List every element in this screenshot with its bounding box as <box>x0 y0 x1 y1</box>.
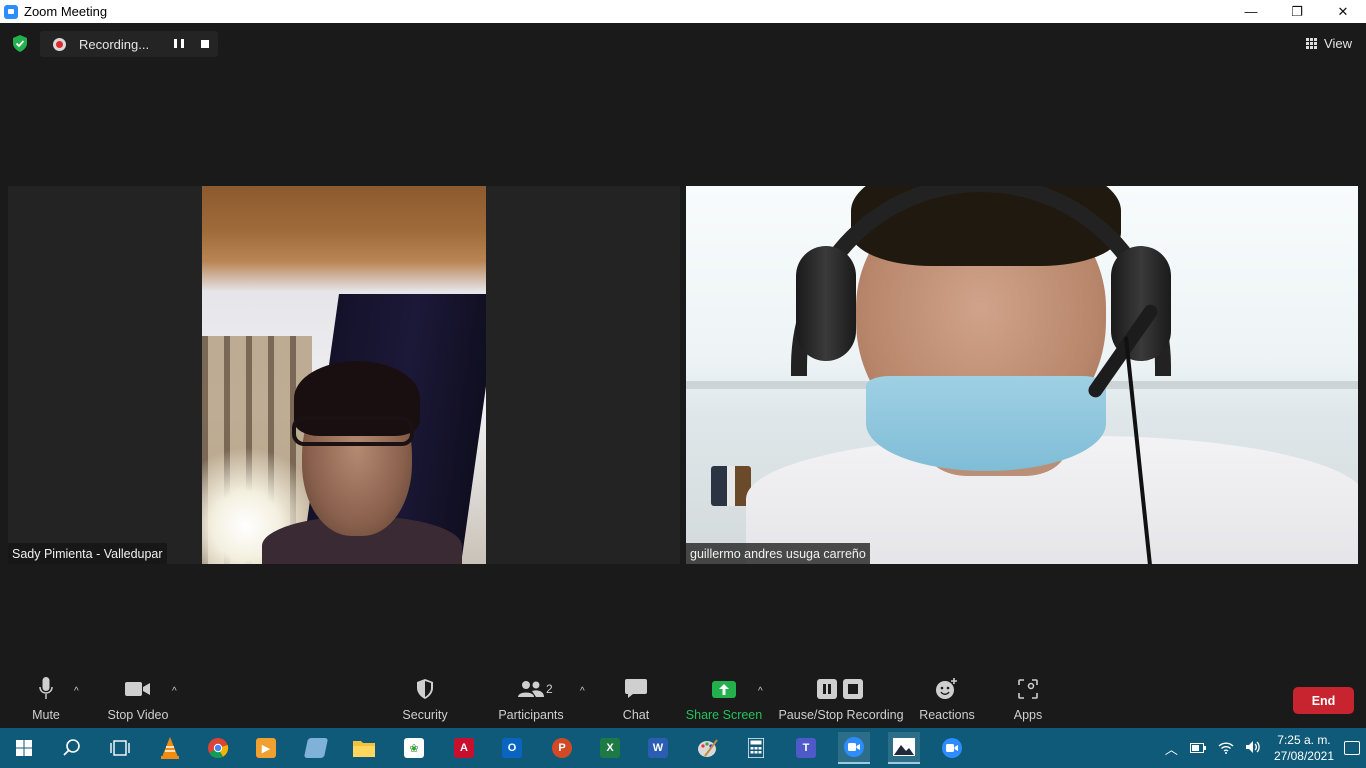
notes-app-icon[interactable] <box>300 732 332 764</box>
volume-icon[interactable] <box>1245 740 1262 757</box>
search-icon[interactable] <box>56 732 88 764</box>
calculator-icon[interactable] <box>740 732 772 764</box>
task-view-icon[interactable] <box>104 732 136 764</box>
share-screen-icon <box>712 676 736 702</box>
recording-label: Recording... <box>79 36 150 52</box>
chat-button[interactable]: Chat <box>618 676 654 724</box>
wifi-icon[interactable] <box>1218 740 1234 757</box>
windows-logo-icon <box>16 740 32 756</box>
battery-icon[interactable] <box>1189 741 1206 756</box>
windows-taskbar: ▶ ❀ A O P X W T ︿ 7:25 a. m. 27/08/2021 <box>0 728 1366 768</box>
pause-stop-recording-button[interactable]: Pause/Stop Recording <box>778 676 904 724</box>
system-tray: ︿ 7:25 a. m. 27/08/2021 <box>1159 728 1366 768</box>
close-button[interactable]: ✕ <box>1320 0 1366 23</box>
participants-button[interactable]: Participants <box>498 676 564 724</box>
green-app-icon[interactable]: ❀ <box>398 732 430 764</box>
participant-video-guillermo <box>686 186 1358 564</box>
video-tile-sady[interactable]: Sady Pimienta - Valledupar <box>8 186 680 564</box>
media-player-icon[interactable]: ▶ <box>250 732 282 764</box>
share-screen-button[interactable]: Share Screen <box>685 676 763 724</box>
mute-label: Mute <box>32 708 60 722</box>
window-title: Zoom Meeting <box>24 4 108 19</box>
powerpoint-icon[interactable]: P <box>546 732 578 764</box>
reactions-label: Reactions <box>919 708 975 722</box>
apps-button[interactable]: Apps <box>1010 676 1046 724</box>
view-label: View <box>1324 35 1352 51</box>
share-options-caret-icon[interactable]: ^ <box>758 686 763 697</box>
start-button[interactable] <box>8 732 40 764</box>
clock-date: 27/08/2021 <box>1273 749 1334 763</box>
clock-time: 7:25 a. m. <box>1277 733 1331 747</box>
stop-video-button[interactable]: Stop Video <box>106 676 170 724</box>
zoom-app-icon <box>4 4 18 19</box>
photos-icon[interactable] <box>888 732 920 764</box>
title-bar: Zoom Meeting — ❐ ✕ <box>0 0 1366 23</box>
pause-recording-icon[interactable] <box>174 39 184 49</box>
apps-label: Apps <box>1013 708 1043 722</box>
show-hidden-icons-chevron-icon[interactable]: ︿ <box>1165 739 1178 758</box>
mute-button[interactable]: Mute <box>26 676 66 724</box>
restore-button[interactable]: ❐ <box>1274 0 1320 23</box>
notifications-icon[interactable] <box>1344 741 1360 755</box>
encryption-shield-icon[interactable] <box>12 35 28 52</box>
recording-indicator: Recording... <box>40 31 218 57</box>
participants-count-badge: 2 <box>546 682 553 696</box>
video-options-caret-icon[interactable]: ^ <box>172 686 177 697</box>
audio-options-caret-icon[interactable]: ^ <box>74 686 79 697</box>
paint-icon[interactable] <box>692 732 724 764</box>
system-clock[interactable]: 7:25 a. m. 27/08/2021 <box>1274 732 1334 764</box>
zoom-secondary-icon[interactable] <box>936 732 968 764</box>
chat-label: Chat <box>622 708 650 722</box>
window-controls: — ❐ ✕ <box>1228 0 1366 23</box>
pause-stop-icons <box>817 676 865 702</box>
share-screen-label: Share Screen <box>685 708 763 722</box>
video-tile-guillermo[interactable]: guillermo andres usuga carreño <box>686 186 1358 564</box>
file-explorer-icon[interactable] <box>348 732 380 764</box>
acrobat-icon[interactable]: A <box>448 732 480 764</box>
security-shield-icon <box>416 676 434 702</box>
participant-name-tag: guillermo andres usuga carreño <box>686 543 870 564</box>
view-button[interactable]: View <box>1300 31 1358 55</box>
security-button[interactable]: Security <box>402 676 448 724</box>
pause-stop-recording-label: Pause/Stop Recording <box>778 708 904 722</box>
grid-view-icon <box>1306 37 1318 49</box>
apps-icon <box>1018 676 1038 702</box>
meeting-toolbar: Mute ^ Stop Video ^ Security Participant… <box>0 670 1366 728</box>
chat-bubble-icon <box>625 676 647 702</box>
stop-video-label: Stop Video <box>107 708 169 722</box>
minimize-button[interactable]: — <box>1228 0 1274 23</box>
word-icon[interactable]: W <box>642 732 674 764</box>
microphone-icon <box>39 676 53 702</box>
reactions-smiley-icon <box>936 676 958 702</box>
excel-icon[interactable]: X <box>594 732 626 764</box>
video-camera-icon <box>125 676 151 702</box>
teams-icon[interactable]: T <box>790 732 822 764</box>
meeting-area: Recording... View Sady Pimienta - Valled… <box>0 23 1366 670</box>
participants-options-caret-icon[interactable]: ^ <box>580 686 585 697</box>
participant-video-sady <box>202 186 486 564</box>
participants-icon <box>517 676 545 702</box>
security-label: Security <box>402 708 448 722</box>
participant-name-tag: Sady Pimienta - Valledupar <box>8 543 167 564</box>
vlc-icon[interactable] <box>154 732 186 764</box>
end-meeting-button[interactable]: End <box>1293 687 1354 714</box>
chrome-icon[interactable] <box>202 732 234 764</box>
outlook-icon[interactable]: O <box>496 732 528 764</box>
meeting-top-bar: Recording... View <box>0 23 1366 63</box>
recording-dot-icon <box>53 37 66 51</box>
stop-recording-icon[interactable] <box>201 40 209 48</box>
zoom-taskbar-icon[interactable] <box>838 732 870 764</box>
reactions-button[interactable]: Reactions <box>918 676 976 724</box>
participants-label: Participants <box>498 708 564 722</box>
